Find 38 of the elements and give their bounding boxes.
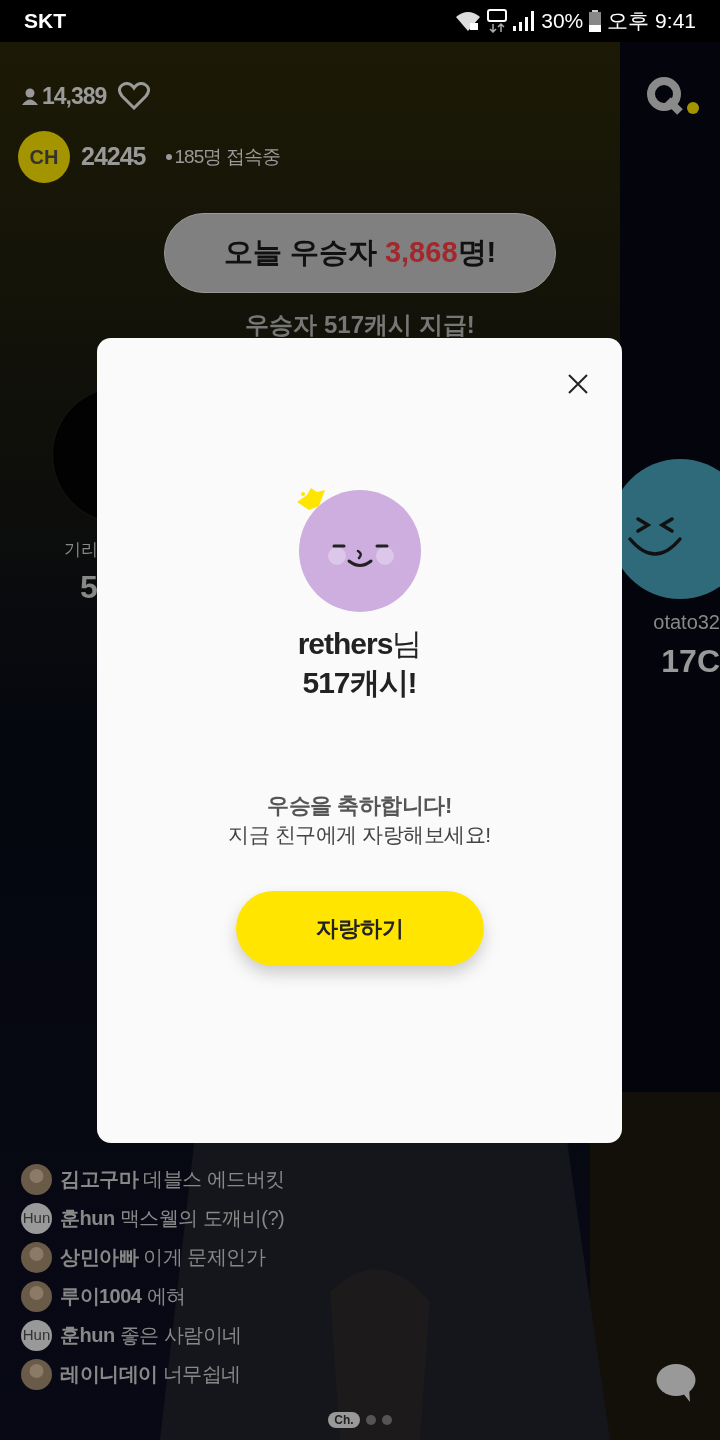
signal-icon	[513, 11, 536, 31]
clock: 오후 9:41	[607, 8, 696, 35]
carrier: SKT	[24, 8, 66, 35]
winner-amount: 17C	[661, 642, 720, 681]
message-body: 지금 친구에게 자랑해보세요!	[228, 822, 491, 848]
chat-message: 상민아빠 이게 문제인가	[60, 1245, 266, 1270]
page-tab[interactable]: Ch.	[328, 1412, 360, 1428]
winner-name: 기리	[64, 539, 98, 561]
heart-icon[interactable]	[118, 82, 151, 110]
chat-message: 훈hun 좋은 사람이네	[60, 1323, 242, 1348]
person-icon	[22, 87, 38, 105]
winners-banner: 오늘 우승자 3,868명!	[164, 213, 556, 293]
avatar-icon	[21, 1163, 52, 1195]
winner-name: rethers님	[297, 626, 422, 662]
online-count: 185명 접속중	[174, 144, 280, 169]
viewer-count: 14,389	[42, 81, 107, 111]
brag-button[interactable]: 자랑하기	[235, 891, 484, 966]
battery-percent: 30%	[541, 8, 584, 35]
battery-icon	[589, 10, 602, 32]
close-icon	[568, 374, 588, 394]
prize-caption: 우승자 517캐시 지급!	[245, 310, 475, 340]
wifi-icon	[455, 10, 482, 32]
lte-icon	[487, 9, 508, 33]
logo-icon	[646, 76, 700, 116]
avatar-icon	[21, 1358, 52, 1390]
dot-icon	[165, 154, 172, 160]
chat-bubble-icon[interactable]	[656, 1364, 696, 1402]
chat-message: 훈hun 맥스웰의 도깨비(?)	[60, 1206, 285, 1231]
prize-amount: 517캐시!	[302, 665, 417, 701]
chat-message: 김고구마 데블스 에드버킷	[60, 1167, 285, 1192]
message-title: 우승을 축하합니다!	[267, 792, 452, 820]
avatar-icon	[21, 1280, 52, 1312]
chat-message: 루이1004 에혀	[60, 1284, 186, 1309]
chat-message: 레이니데이 너무쉽네	[60, 1362, 241, 1387]
channel-number: 24245	[81, 141, 146, 173]
winner-name: otato32	[653, 610, 720, 635]
avatar-icon	[21, 1241, 52, 1273]
winner-amount: 5	[80, 567, 98, 607]
